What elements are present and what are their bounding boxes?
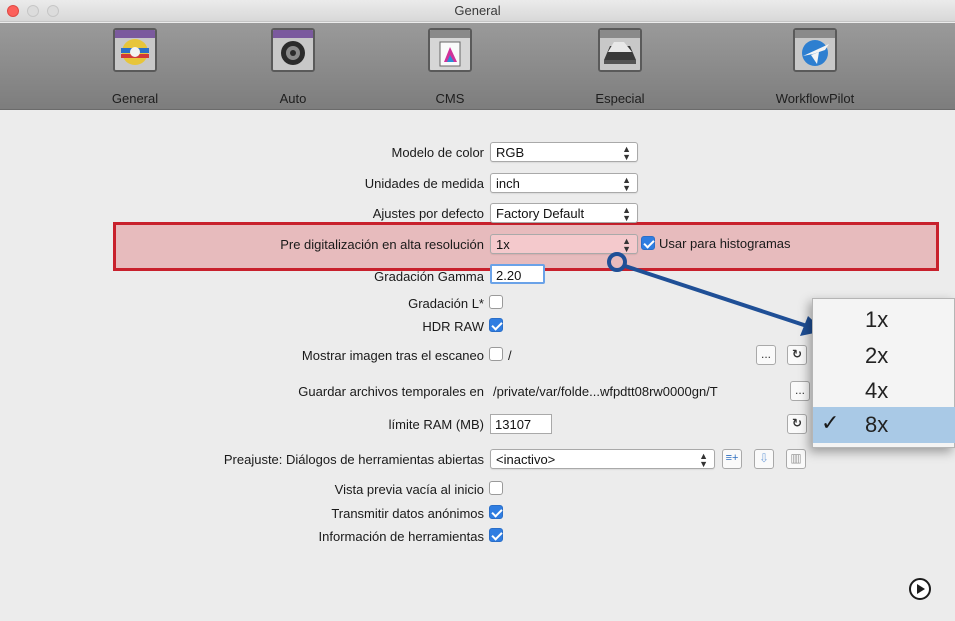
defaults-row: Ajustes por defecto <box>0 203 484 225</box>
empty-preview-checkbox[interactable] <box>489 481 503 495</box>
units-select[interactable]: inch ▲ ▼ <box>490 173 638 193</box>
tab-especial[interactable]: Especial <box>580 23 660 110</box>
tab-auto[interactable]: Auto <box>263 23 323 110</box>
tool-info-row: Información de herramientas <box>0 526 484 548</box>
tool-info-checkbox[interactable] <box>489 528 503 542</box>
auto-icon <box>271 28 315 72</box>
prescan-value: 1x <box>496 237 510 252</box>
tab-general-label: General <box>111 91 159 106</box>
select-arrows-icon: ▲ ▼ <box>622 205 631 223</box>
color-model-select[interactable]: RGB ▲ ▼ <box>490 142 638 162</box>
tab-workflowpilot-label: WorkflowPilot <box>775 91 855 106</box>
defaults-value: Factory Default <box>496 206 585 221</box>
prescan-label: Pre digitalización en alta resolución <box>280 237 484 252</box>
menu-item-2x[interactable]: 2x <box>813 338 955 374</box>
refresh-icon[interactable]: ↻ <box>787 414 807 434</box>
gamma-label: Gradación Gamma <box>374 269 484 284</box>
tab-general[interactable]: General <box>100 23 170 110</box>
show-image-browse-button[interactable]: ... <box>756 345 776 365</box>
units-label: Unidades de medida <box>364 176 484 191</box>
defaults-label: Ajustes por defecto <box>372 206 484 221</box>
preset-row: Preajuste: Diálogos de herramientas abie… <box>0 449 484 471</box>
empty-preview-label: Vista previa vacía al inicio <box>334 482 484 497</box>
preferences-toolbar: General Auto CMS Especial WorkflowPilot <box>0 23 955 110</box>
temp-files-browse-button[interactable]: ... <box>790 381 810 401</box>
menu-item-4x[interactable]: 4x <box>813 373 955 409</box>
preset-select[interactable]: <inactivo> ▲ ▼ <box>490 449 715 469</box>
prescan-row: Pre digitalización en alta resolución <box>0 234 484 256</box>
checkmark-icon: ✓ <box>821 410 840 435</box>
select-arrows-icon: ▲ ▼ <box>622 236 631 254</box>
add-preset-icon[interactable]: ≡+ <box>722 449 742 469</box>
cms-icon <box>428 28 472 72</box>
hdr-raw-row: HDR RAW <box>0 316 484 338</box>
gamma-value: 2.20 <box>496 268 522 283</box>
gamma-row: Gradación Gamma <box>0 266 484 288</box>
color-model-label: Modelo de color <box>391 145 485 160</box>
play-icon[interactable] <box>909 578 931 600</box>
especial-icon <box>598 28 642 72</box>
select-arrows-icon: ▲ ▼ <box>699 451 708 469</box>
title-bar: General <box>0 0 955 22</box>
preset-label: Preajuste: Diálogos de herramientas abie… <box>223 452 484 467</box>
show-image-row: Mostrar imagen tras el escaneo <box>0 345 484 367</box>
units-row: Unidades de medida <box>0 173 484 195</box>
trash-icon[interactable]: ▥ <box>786 449 806 469</box>
hdr-raw-checkbox[interactable] <box>489 318 503 332</box>
tab-workflowpilot[interactable]: WorkflowPilot <box>755 23 875 110</box>
temp-files-row: Guardar archivos temporales en <box>0 381 484 403</box>
menu-item-8x[interactable]: ✓ 8x <box>813 407 955 443</box>
hdr-raw-label: HDR RAW <box>422 319 484 334</box>
temp-files-label: Guardar archivos temporales en <box>298 384 484 399</box>
settings-window: General General Auto CMS Especial Workfl… <box>0 0 955 621</box>
resolution-popup-menu: 1x 2x 4x ✓ 8x <box>812 298 955 448</box>
color-model-value: RGB <box>496 145 525 160</box>
general-icon <box>113 28 157 72</box>
ram-limit-row: límite RAM (MB) <box>0 414 484 436</box>
anon-data-label: Transmitir datos anónimos <box>331 506 484 521</box>
menu-item-1x[interactable]: 1x <box>813 302 955 338</box>
preset-value: <inactivo> <box>496 452 556 467</box>
tab-especial-label: Especial <box>595 91 645 106</box>
gamma-input[interactable]: 2.20 <box>490 264 545 284</box>
anon-data-row: Transmitir datos anónimos <box>0 503 484 525</box>
select-arrows-icon: ▲ ▼ <box>622 175 631 193</box>
ram-limit-label: límite RAM (MB) <box>388 417 484 432</box>
histogram-label: Usar para histogramas <box>659 236 791 251</box>
workflowpilot-icon <box>793 28 837 72</box>
histogram-checkbox[interactable] <box>641 236 655 250</box>
lstar-checkbox[interactable] <box>489 295 503 309</box>
tab-auto-label: Auto <box>279 91 307 106</box>
select-arrows-icon: ▲ ▼ <box>622 144 631 162</box>
window-title: General <box>454 3 501 18</box>
show-image-path: / <box>508 348 512 363</box>
anon-data-checkbox[interactable] <box>489 505 503 519</box>
download-icon[interactable]: ⇩ <box>754 449 774 469</box>
show-image-label: Mostrar imagen tras el escaneo <box>301 348 484 363</box>
empty-preview-row: Vista previa vacía al inicio <box>0 479 484 501</box>
lstar-row: Gradación L* <box>0 293 484 315</box>
ram-limit-input[interactable]: 13107 <box>490 414 552 434</box>
color-model-row: Modelo de color <box>0 142 485 164</box>
show-image-checkbox[interactable] <box>489 347 503 361</box>
temp-files-path: /private/var/folde...wfpdtt08rw0000gn/T <box>493 384 718 399</box>
refresh-icon[interactable]: ↻ <box>787 345 807 365</box>
lstar-label: Gradación L* <box>408 296 484 311</box>
ram-limit-value: 13107 <box>495 417 532 432</box>
tab-cms[interactable]: CMS <box>420 23 480 110</box>
tool-info-label: Información de herramientas <box>318 529 484 544</box>
units-value: inch <box>496 176 520 191</box>
defaults-select[interactable]: Factory Default ▲ ▼ <box>490 203 638 223</box>
tab-cms-label: CMS <box>435 91 465 106</box>
prescan-select[interactable]: 1x ▲ ▼ <box>490 234 638 254</box>
